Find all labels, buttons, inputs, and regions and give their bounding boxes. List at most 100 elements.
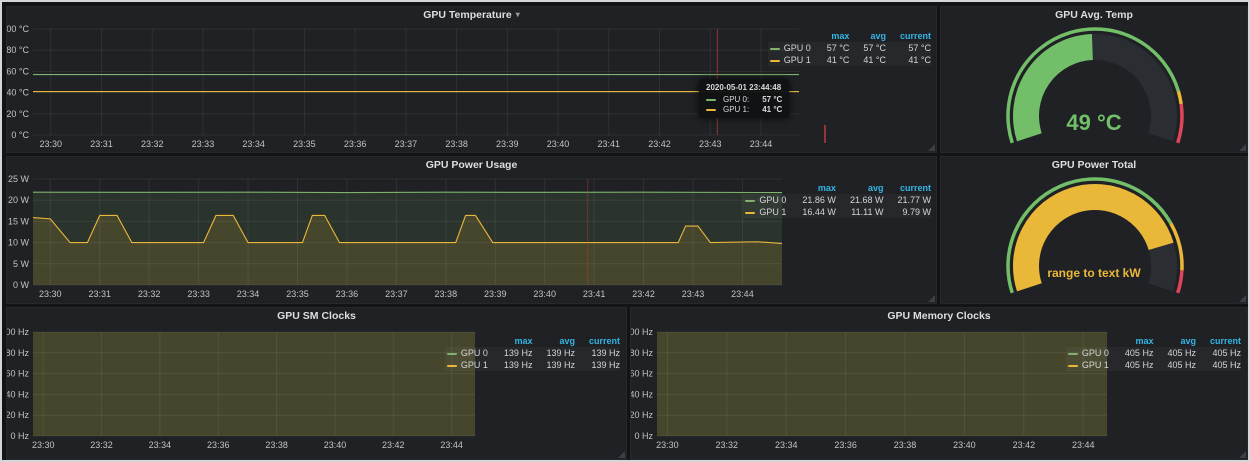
tooltip-series-name: GPU 1: bbox=[723, 105, 749, 114]
panel-gpu-power-total: GPU Power Total range to text kW bbox=[940, 156, 1248, 304]
graph-tooltip: 2020-05-01 23:44:48 GPU 0:57 °CGPU 1:41 … bbox=[699, 79, 789, 118]
resize-handle[interactable] bbox=[1239, 295, 1246, 302]
y-axis-tick: 100 °C bbox=[7, 24, 29, 34]
resize-handle[interactable] bbox=[928, 295, 935, 302]
gauge-threshold-ring bbox=[1178, 270, 1182, 293]
x-axis-tick: 23:33 bbox=[187, 289, 210, 299]
legend-series-toggle[interactable]: GPU 1 bbox=[743, 206, 788, 218]
legend-column-header[interactable]: avg bbox=[1153, 336, 1196, 347]
legend-column-header[interactable]: current bbox=[575, 336, 620, 347]
y-axis-tick: 80 Hz bbox=[7, 348, 29, 358]
x-axis-tick: 23:34 bbox=[242, 139, 265, 149]
legend-series-toggle[interactable]: GPU 0 bbox=[743, 194, 788, 206]
x-axis-tick: 23:35 bbox=[286, 289, 309, 299]
gauge-track bbox=[1161, 246, 1164, 287]
panel-title-gpu-sm-clocks[interactable]: GPU SM Clocks bbox=[7, 308, 626, 324]
legend-column-header[interactable]: avg bbox=[532, 336, 575, 347]
y-axis-tick: 10 W bbox=[8, 238, 30, 248]
panel-title-gpu-power-usage[interactable]: GPU Power Usage bbox=[7, 157, 936, 173]
panel-title-gpu-temperature[interactable]: GPU Temperature ▾ bbox=[7, 7, 936, 23]
legend-series-toggle[interactable]: GPU 1 bbox=[1066, 359, 1111, 371]
x-axis-tick: 23:37 bbox=[395, 139, 418, 149]
x-axis-tick: 23:36 bbox=[336, 289, 359, 299]
x-axis-tick: 23:35 bbox=[293, 139, 316, 149]
y-axis-tick: 100 Hz bbox=[631, 327, 653, 337]
panel-gpu-temperature: GPU Temperature ▾ 100 °C80 °C60 °C40 °C2… bbox=[6, 6, 937, 153]
x-axis-tick: 23:41 bbox=[583, 289, 606, 299]
x-axis-tick: 23:40 bbox=[533, 289, 556, 299]
resize-handle[interactable] bbox=[1239, 144, 1246, 151]
resize-handle[interactable] bbox=[928, 144, 935, 151]
legend-value: 405 Hz bbox=[1196, 347, 1241, 359]
legend-column-header[interactable]: max bbox=[490, 336, 533, 347]
legend-series-toggle[interactable]: GPU 0 bbox=[768, 42, 813, 54]
legend-value: 21.86 W bbox=[788, 194, 836, 206]
legend-value: 16.44 W bbox=[788, 206, 836, 218]
series-color-swatch bbox=[447, 353, 457, 355]
legend-value: 139 Hz bbox=[575, 359, 620, 371]
x-axis-tick: 23:38 bbox=[894, 440, 917, 450]
x-axis-tick: 23:32 bbox=[90, 440, 113, 450]
legend-column-header[interactable]: avg bbox=[849, 31, 886, 42]
y-axis-tick: 0 Hz bbox=[634, 431, 653, 441]
legend-series-toggle[interactable]: GPU 1 bbox=[768, 54, 813, 66]
legend-column-header[interactable]: max bbox=[813, 31, 850, 42]
y-axis-tick: 0 °C bbox=[11, 130, 29, 140]
panel-title-text: GPU Avg. Temp bbox=[1055, 9, 1133, 21]
resize-handle[interactable] bbox=[1239, 451, 1246, 458]
legend-value: 405 Hz bbox=[1196, 359, 1241, 371]
gauge-track bbox=[1092, 47, 1164, 137]
legend-series-toggle[interactable]: GPU 0 bbox=[445, 347, 490, 359]
panel-gpu-sm-clocks: GPU SM Clocks 100 Hz80 Hz60 Hz40 Hz20 Hz… bbox=[6, 307, 627, 460]
legend-value: 9.79 W bbox=[883, 206, 931, 218]
legend-column-header[interactable]: current bbox=[886, 31, 931, 42]
series-color-swatch bbox=[706, 99, 716, 101]
x-axis-tick: 23:43 bbox=[699, 139, 722, 149]
x-axis-tick: 23:42 bbox=[1013, 440, 1036, 450]
gauge-value-arc bbox=[1026, 47, 1092, 137]
y-axis-tick: 20 Hz bbox=[7, 410, 29, 420]
legend-series-toggle[interactable]: GPU 0 bbox=[1066, 347, 1111, 359]
y-axis-tick: 80 °C bbox=[7, 45, 29, 55]
x-axis-tick: 23:30 bbox=[39, 139, 62, 149]
panel-title-text: GPU Power Usage bbox=[426, 159, 518, 171]
legend-value: 57 °C bbox=[886, 42, 931, 54]
legend-column-header[interactable]: max bbox=[788, 183, 836, 194]
panel-title-gpu-memory-clocks[interactable]: GPU Memory Clocks bbox=[631, 308, 1247, 324]
x-axis-tick: 23:44 bbox=[731, 289, 754, 299]
panel-title-text: GPU Power Total bbox=[1052, 159, 1136, 171]
x-axis-tick: 23:39 bbox=[496, 139, 519, 149]
legend-value: 405 Hz bbox=[1153, 359, 1196, 371]
series-color-swatch bbox=[745, 200, 755, 202]
x-axis-tick: 23:37 bbox=[385, 289, 408, 299]
legend-column-header[interactable]: current bbox=[1196, 336, 1241, 347]
legend-value: 41 °C bbox=[849, 54, 886, 66]
gauge-threshold-ring bbox=[1178, 91, 1181, 104]
x-axis-tick: 23:36 bbox=[834, 440, 857, 450]
gpu-power-total-gauge bbox=[941, 173, 1249, 305]
panel-gpu-power-usage: GPU Power Usage 25 W20 W15 W10 W5 W0 W23… bbox=[6, 156, 937, 304]
tooltip-timestamp: 2020-05-01 23:44:48 bbox=[706, 83, 782, 92]
legend: maxavgcurrent GPU 0 405 Hz405 Hz405 Hz GPU … bbox=[1066, 336, 1241, 371]
legend-value: 57 °C bbox=[849, 42, 886, 54]
legend-series-toggle[interactable]: GPU 1 bbox=[445, 359, 490, 371]
legend-value: 139 Hz bbox=[532, 347, 575, 359]
x-axis-tick: 23:32 bbox=[141, 139, 164, 149]
legend-column-header[interactable]: max bbox=[1111, 336, 1154, 347]
panel-title-gpu-avg-temp[interactable]: GPU Avg. Temp bbox=[941, 7, 1247, 23]
y-axis-tick: 40 Hz bbox=[631, 389, 653, 399]
series-color-swatch bbox=[706, 109, 716, 111]
legend-column-header[interactable]: current bbox=[883, 183, 931, 194]
panel-title-gpu-power-total[interactable]: GPU Power Total bbox=[941, 157, 1247, 173]
y-axis-tick: 0 W bbox=[13, 280, 30, 290]
resize-handle[interactable] bbox=[618, 451, 625, 458]
x-axis-tick: 23:30 bbox=[32, 440, 55, 450]
y-axis-tick: 20 W bbox=[8, 195, 30, 205]
x-axis-tick: 23:36 bbox=[344, 139, 367, 149]
legend: maxavgcurrentGPU 057 °C57 °C57 °CGPU 141… bbox=[768, 31, 931, 66]
y-axis-tick: 0 Hz bbox=[10, 431, 29, 441]
gauge-threshold-ring bbox=[1178, 104, 1182, 143]
legend-column-header[interactable]: avg bbox=[836, 183, 884, 194]
y-axis-tick: 20 °C bbox=[7, 109, 29, 119]
legend-value: 139 Hz bbox=[490, 347, 533, 359]
